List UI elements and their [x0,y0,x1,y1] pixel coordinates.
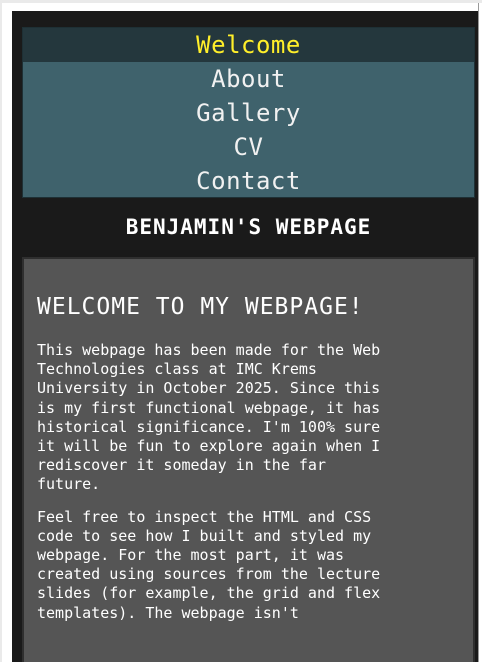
browser-viewport: Welcome About Gallery CV Contact BENJAMI… [0,0,482,662]
site-title: BENJAMIN'S WEBPAGE [125,215,372,239]
nav-link-cv[interactable]: CV [23,130,474,164]
welcome-section: WELCOME TO MY WEBPAGE! This webpage has … [22,257,475,662]
nav-link-gallery[interactable]: Gallery [23,96,474,130]
nav-link-welcome[interactable]: Welcome [23,28,474,62]
nav-link-contact[interactable]: Contact [23,164,474,198]
main-navigation: Welcome About Gallery CV Contact [22,27,475,198]
welcome-heading: WELCOME TO MY WEBPAGE! [37,294,364,320]
window-edge [478,3,482,662]
nav-link-about[interactable]: About [23,62,474,96]
intro-paragraph: This webpage has been made for the Web T… [37,341,381,494]
inspect-paragraph: Feel free to inspect the HTML and CSS co… [37,507,381,622]
